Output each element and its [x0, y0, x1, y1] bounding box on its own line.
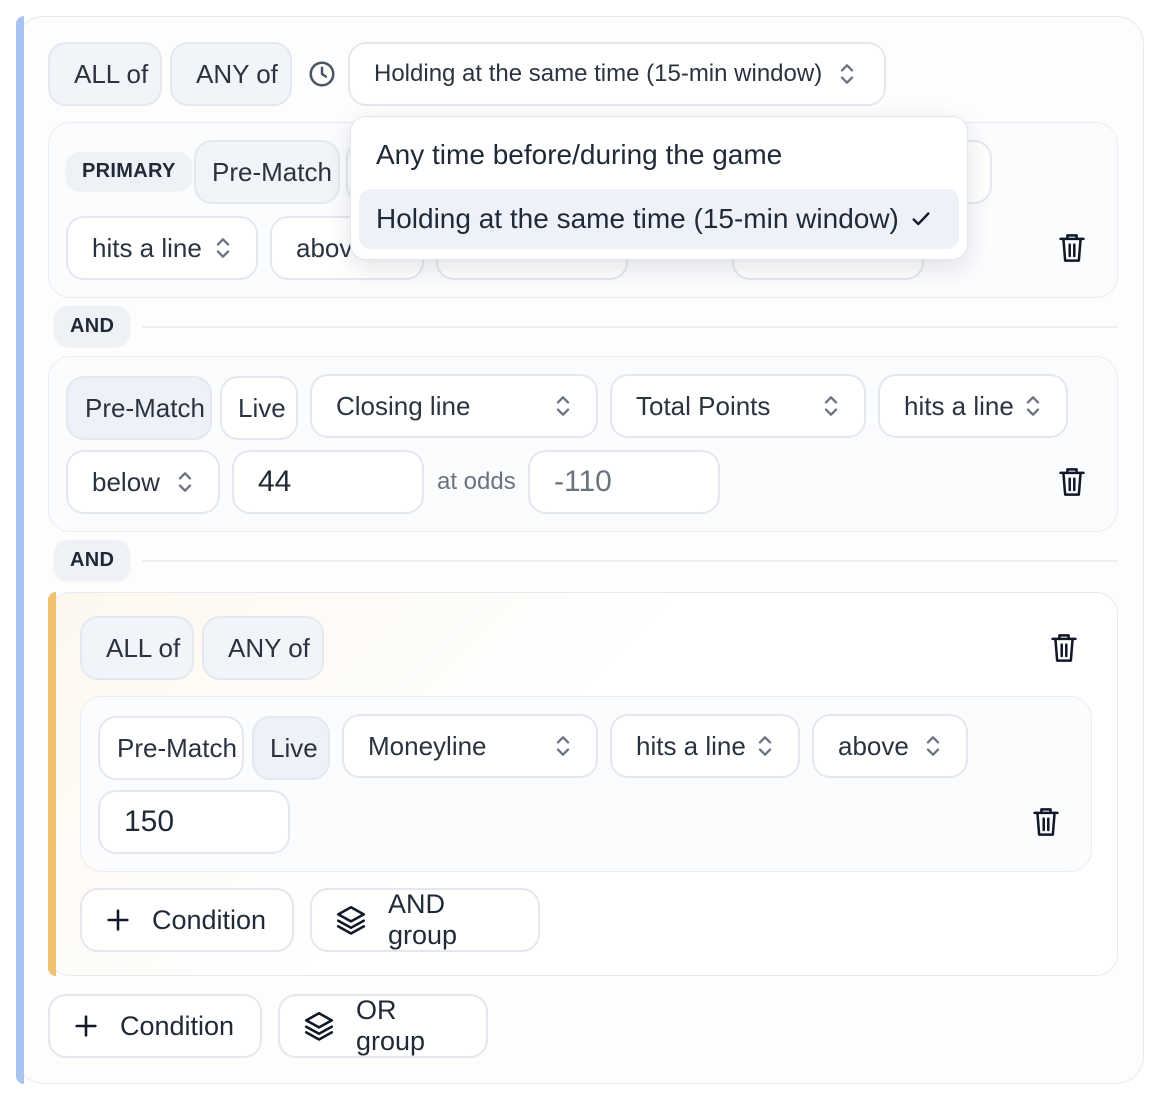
panel-accent-bar [16, 16, 24, 1084]
direction-select-value: below [92, 466, 160, 497]
trash-icon[interactable] [1057, 465, 1087, 499]
group-accent-bar [48, 592, 56, 976]
trigger-select-value: hits a line [92, 232, 202, 263]
tab-pre-match-label: Pre-Match [117, 732, 237, 763]
trigger-select[interactable]: hits a line [66, 216, 258, 280]
line-value-input[interactable]: 150 [98, 790, 290, 854]
trash-icon[interactable] [1049, 631, 1079, 665]
add-condition-label: Condition [152, 904, 267, 935]
chevron-up-down-icon [554, 393, 572, 419]
chevron-up-down-icon [176, 469, 194, 495]
primary-badge-label: PRIMARY [82, 159, 176, 182]
and-joiner: AND [54, 306, 131, 346]
line-value: 44 [258, 465, 292, 498]
primary-badge: PRIMARY [66, 152, 192, 190]
market-select[interactable]: Total Points [610, 374, 866, 438]
all-of-label: ALL of [74, 58, 149, 89]
add-condition-button[interactable]: Condition [80, 888, 294, 952]
odds-input[interactable]: -110 [528, 450, 720, 514]
tab-pre-match[interactable]: Pre-Match [66, 376, 212, 440]
market-select-value: Moneyline [368, 730, 487, 761]
at-odds-text: at odds [437, 468, 516, 495]
group-all-of-label: ALL of [106, 632, 181, 663]
and-joiner-label: AND [70, 548, 115, 571]
joiner-divider [142, 560, 1118, 562]
trigger-select[interactable]: hits a line [878, 374, 1068, 438]
add-condition-label: Condition [120, 1010, 235, 1041]
timing-dropdown-menu: Any time before/during the game Holding … [350, 116, 968, 260]
market-select[interactable]: Moneyline [342, 714, 598, 778]
chevron-up-down-icon [214, 235, 232, 261]
direction-select[interactable]: above [812, 714, 968, 778]
tab-pre-match[interactable]: Pre-Match [194, 140, 340, 204]
timing-option-label: Holding at the same time (15-min window) [376, 203, 899, 234]
joiner-divider [142, 326, 1118, 328]
trash-icon[interactable] [1031, 805, 1061, 839]
add-or-group-button[interactable]: OR group [278, 994, 488, 1058]
trigger-select-value: hits a line [904, 390, 1014, 421]
timing-option-any-time[interactable]: Any time before/during the game [359, 125, 959, 185]
layers-icon [302, 1009, 336, 1043]
add-or-group-label: OR group [356, 995, 426, 1056]
at-odds-label: at odds [437, 468, 516, 496]
chevron-up-down-icon [838, 61, 856, 87]
and-joiner: AND [54, 540, 131, 580]
trigger-select-value: hits a line [636, 730, 746, 761]
group-any-of-label: ANY of [228, 632, 310, 663]
tab-live[interactable]: Live [252, 716, 330, 780]
tab-pre-match[interactable]: Pre-Match [98, 716, 244, 780]
direction-select-value: above [838, 730, 909, 761]
tab-live-label: Live [270, 732, 318, 763]
line-value: 150 [124, 805, 175, 838]
check-icon [910, 208, 932, 230]
tab-pre-match-label: Pre-Match [85, 392, 205, 423]
tab-live-label: Live [238, 392, 286, 423]
all-of-toggle[interactable]: ALL of [48, 42, 162, 106]
chevron-up-down-icon [554, 733, 572, 759]
market-select-value: Total Points [636, 390, 771, 421]
trigger-select[interactable]: hits a line [610, 714, 800, 778]
line-value-input[interactable]: 44 [232, 450, 424, 514]
timing-select-value: Holding at the same time (15-min window) [374, 60, 823, 87]
plus-icon [72, 1012, 100, 1040]
add-and-group-button[interactable]: AND group [310, 888, 540, 952]
chevron-up-down-icon [1024, 393, 1042, 419]
tab-live[interactable]: Live [220, 376, 298, 440]
timing-option-same-time[interactable]: Holding at the same time (15-min window) [359, 189, 959, 249]
timing-select[interactable]: Holding at the same time (15-min window) [348, 42, 886, 106]
clock-icon [307, 59, 337, 94]
any-of-toggle[interactable]: ANY of [170, 42, 292, 106]
and-joiner-label: AND [70, 314, 115, 337]
layers-icon [334, 903, 368, 937]
chevron-up-down-icon [924, 733, 942, 759]
odds-placeholder: -110 [554, 465, 612, 498]
group-any-of-toggle[interactable]: ANY of [202, 616, 324, 680]
line-type-select[interactable]: Closing line [310, 374, 598, 438]
plus-icon [104, 906, 132, 934]
line-type-select-value: Closing line [336, 390, 471, 421]
group-all-of-toggle[interactable]: ALL of [80, 616, 194, 680]
trash-icon[interactable] [1057, 231, 1087, 265]
any-of-label: ANY of [196, 58, 278, 89]
add-and-group-label: AND group [388, 889, 458, 950]
direction-select[interactable]: below [66, 450, 220, 514]
chevron-up-down-icon [756, 733, 774, 759]
tab-pre-match-label: Pre-Match [212, 156, 332, 187]
chevron-up-down-icon [822, 393, 840, 419]
timing-option-label: Any time before/during the game [376, 139, 783, 170]
add-condition-button[interactable]: Condition [48, 994, 262, 1058]
